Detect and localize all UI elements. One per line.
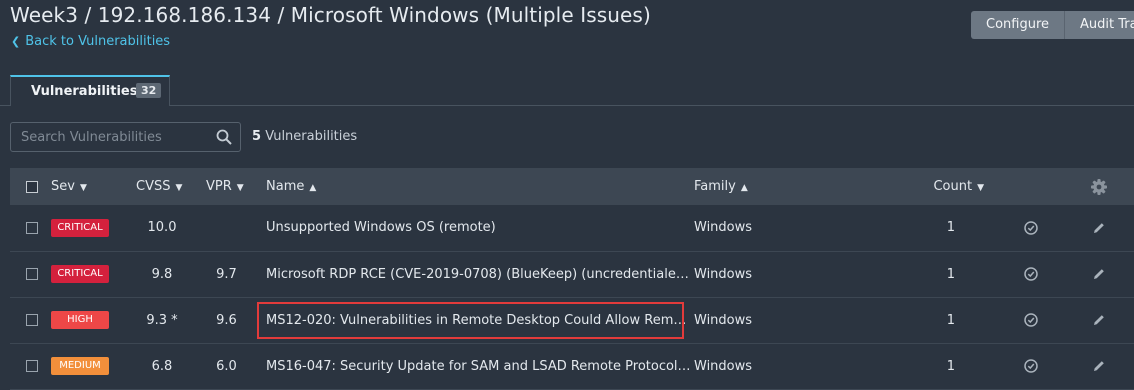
sort-desc-icon: ▼ — [977, 183, 984, 193]
search-box — [10, 122, 241, 152]
cvss-value: 9.8 — [151, 266, 173, 282]
tab-label: Vulnerabilities — [31, 84, 138, 99]
edit-pencil-icon[interactable] — [1092, 313, 1106, 327]
severity-badge: CRITICAL — [51, 218, 109, 237]
count-value: 1 — [946, 358, 955, 374]
row-checkbox[interactable] — [26, 221, 38, 234]
search-icon[interactable] — [216, 129, 232, 145]
configure-button[interactable]: Configure — [971, 11, 1066, 39]
page-title: Week3 / 192.168.186.134 / Microsoft Wind… — [10, 3, 651, 27]
gear-icon[interactable] — [1090, 178, 1108, 196]
audit-trail-button[interactable]: Audit Trai — [1065, 11, 1134, 39]
column-header-count[interactable]: Count ▼ — [900, 168, 998, 205]
sort-asc-icon: ▲ — [740, 183, 748, 193]
table-header-row: Sev ▼ CVSS ▼ VPR ▼ Name ▲ Family ▲ Count ▼ — [10, 168, 1134, 205]
count-value: 1 — [946, 220, 955, 236]
row-checkbox[interactable] — [26, 268, 38, 280]
row-checkbox[interactable] — [26, 314, 38, 326]
chevron-left-icon: ❮ — [11, 35, 21, 48]
edit-pencil-icon[interactable] — [1092, 267, 1106, 281]
cvss-value: 9.3 * — [146, 312, 178, 328]
vulnerability-name[interactable]: MS16-047: Security Update for SAM and LS… — [256, 343, 694, 389]
snooze-clock-icon[interactable] — [1023, 266, 1039, 282]
vpr-value: 9.6 — [216, 312, 237, 328]
column-header-cvss[interactable]: CVSS ▼ — [127, 168, 197, 205]
snooze-clock-icon[interactable] — [1023, 220, 1039, 236]
family-value: Windows — [694, 266, 753, 282]
cvss-value: 10.0 — [147, 220, 177, 236]
column-header-name[interactable]: Name ▲ — [256, 168, 694, 205]
column-header-sev[interactable]: Sev ▼ — [42, 168, 127, 205]
vpr-value — [197, 205, 256, 251]
snooze-clock-icon[interactable] — [1023, 358, 1039, 374]
tab-count-badge: 32 — [136, 83, 162, 98]
table-row[interactable]: HIGH 9.3 * 9.6 MS12-020: Vulnerabilities… — [10, 297, 1134, 343]
sort-desc-icon: ▼ — [236, 183, 244, 193]
snooze-clock-icon[interactable] — [1023, 312, 1039, 328]
column-cvss-label: CVSS — [136, 179, 171, 194]
tab-vulnerabilities[interactable]: Vulnerabilities 32 — [10, 75, 170, 106]
table-row[interactable]: MEDIUM 6.8 6.0 MS16-047: Security Update… — [10, 343, 1134, 389]
family-value: Windows — [694, 220, 753, 236]
column-count-label: Count — [933, 179, 973, 194]
row-checkbox[interactable] — [26, 360, 38, 372]
vulnerabilities-table: Sev ▼ CVSS ▼ VPR ▼ Name ▲ Family ▲ Count ▼ — [10, 168, 1134, 390]
column-header-family[interactable]: Family ▲ — [694, 168, 900, 205]
edit-pencil-icon[interactable] — [1092, 359, 1106, 373]
edit-pencil-icon[interactable] — [1092, 221, 1106, 235]
back-to-vulnerabilities-link[interactable]: ❮ Back to Vulnerabilities — [11, 34, 170, 49]
column-header-vpr[interactable]: VPR ▼ — [197, 168, 256, 205]
severity-badge: HIGH — [51, 311, 109, 329]
column-vpr-label: VPR — [206, 179, 232, 194]
top-button-group: Configure Audit Trai — [971, 11, 1134, 39]
select-all-checkbox[interactable] — [26, 180, 38, 193]
family-value: Windows — [694, 358, 753, 374]
search-input[interactable] — [11, 123, 226, 151]
count-value: 1 — [946, 312, 955, 328]
sort-asc-icon: ▲ — [309, 183, 317, 193]
sort-desc-icon: ▼ — [79, 183, 87, 193]
results-count-number: 5 — [252, 129, 262, 144]
column-family-label: Family — [694, 179, 736, 194]
vulnerability-name[interactable]: MS12-020: Vulnerabilities in Remote Desk… — [256, 297, 694, 343]
column-sev-label: Sev — [51, 179, 75, 194]
severity-badge: MEDIUM — [51, 357, 109, 375]
table-row[interactable]: CRITICAL 9.8 9.7 Microsoft RDP RCE (CVE-… — [10, 251, 1134, 297]
results-count: 5 Vulnerabilities — [252, 129, 357, 144]
column-name-label: Name — [266, 179, 305, 194]
cvss-value: 6.8 — [151, 358, 173, 374]
results-count-label: Vulnerabilities — [265, 129, 358, 144]
vulnerability-name[interactable]: Unsupported Windows OS (remote) — [256, 205, 694, 251]
sort-desc-icon: ▼ — [175, 183, 183, 193]
count-value: 1 — [946, 266, 955, 282]
severity-badge: CRITICAL — [51, 265, 109, 283]
table-row[interactable]: CRITICAL 10.0 Unsupported Windows OS (re… — [10, 205, 1134, 251]
vulnerability-name[interactable]: Microsoft RDP RCE (CVE-2019-0708) (BlueK… — [256, 251, 694, 297]
back-link-label: Back to Vulnerabilities — [25, 34, 171, 49]
family-value: Windows — [694, 312, 753, 328]
vpr-value: 6.0 — [216, 358, 237, 374]
tab-bar-divider — [0, 105, 1134, 106]
vpr-value: 9.7 — [216, 266, 237, 282]
